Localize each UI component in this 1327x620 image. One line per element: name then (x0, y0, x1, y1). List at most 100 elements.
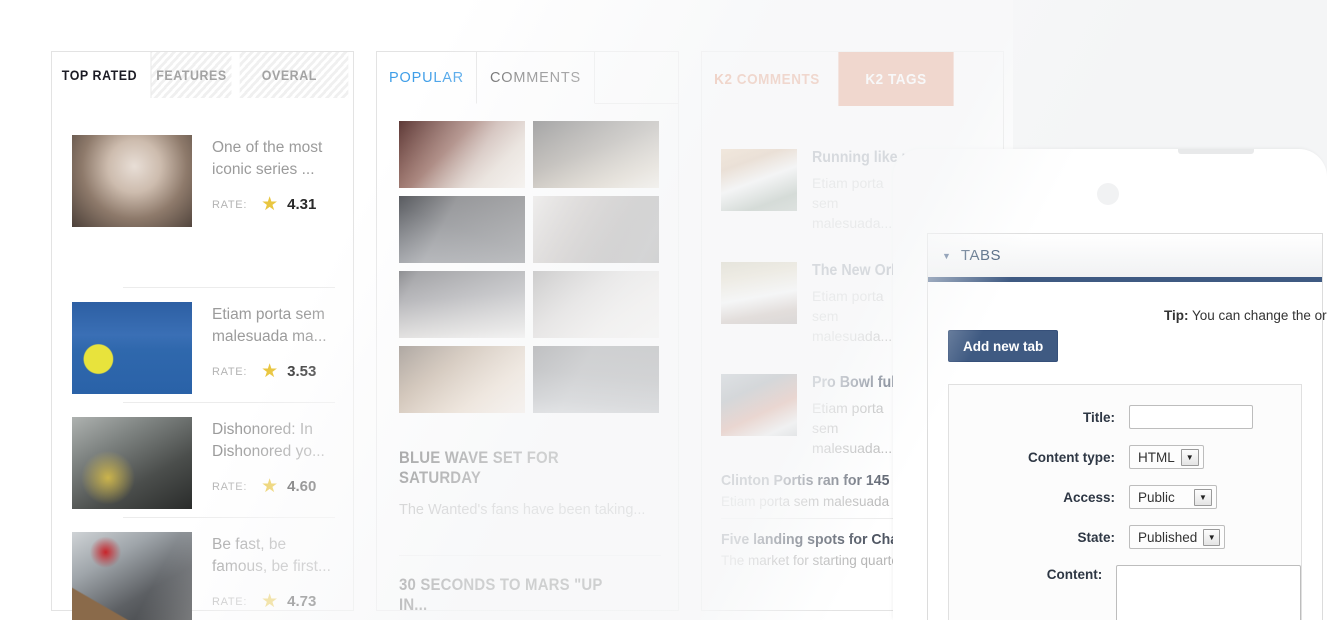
divider (123, 402, 335, 403)
popular-gallery (399, 121, 661, 413)
tab-k2-tags[interactable]: K2 TAGS (838, 52, 954, 106)
list-item-thumbnail (72, 135, 192, 227)
tab-top-rated[interactable]: TOP RATED (55, 52, 144, 98)
list-item-title: Etiam porta sem malesuada ma... (212, 306, 327, 345)
divider (399, 555, 661, 556)
list-item-thumbnail (72, 417, 192, 509)
star-icon: ★ (261, 476, 279, 497)
chevron-down-icon[interactable]: ▼ (1194, 488, 1212, 506)
rating: RATE: ★ 4.60 (212, 477, 332, 496)
list-item[interactable]: Etiam porta sem malesuada ma... RATE: ★ … (72, 302, 332, 394)
divider (123, 287, 335, 288)
tabbar-filler (595, 52, 678, 104)
list-item[interactable]: One of the most iconic series ... RATE: … (72, 135, 332, 227)
chevron-down-icon[interactable]: ▼ (1203, 528, 1220, 546)
rate-label: RATE: (212, 595, 248, 608)
form-row-title: Title: (949, 405, 1301, 429)
title-input[interactable] (1129, 405, 1253, 429)
post-title: BLUE WAVE SET FOR SATURDAY (399, 448, 559, 487)
state-select[interactable]: Published ▼ (1129, 525, 1225, 549)
popular-tabbar: POPULAR COMMENTS (377, 52, 678, 104)
tab-overal-label: OVERAL (261, 67, 317, 83)
list-item-title: One of the most iconic series ... (212, 139, 323, 178)
form-row-content: Content: (949, 565, 1301, 620)
gallery-thumb[interactable] (533, 346, 659, 413)
tab-k2-comments[interactable]: K2 COMMENTS (708, 52, 826, 106)
chevron-down-icon[interactable]: ▼ (942, 251, 951, 261)
rate-label: RATE: (212, 480, 248, 493)
post-excerpt: The Wanted's fans have been taking... (399, 502, 646, 518)
tab-k2-comments-label: K2 COMMENTS (714, 70, 820, 88)
device-speaker-grill (1178, 149, 1254, 154)
rate-label: RATE: (212, 365, 248, 378)
tip-prefix: Tip: (1164, 308, 1189, 323)
tab-overal[interactable]: OVERAL (239, 52, 349, 98)
list-item-thumbnail (72, 302, 192, 394)
list-item-body: Dishonored: In Dishonored yo... RATE: ★ … (192, 417, 332, 509)
panel-top-rated: TOP RATED FEATURES OVERAL One of the mos… (51, 51, 354, 620)
content-type-select[interactable]: HTML ▼ (1129, 445, 1204, 469)
add-new-tab-button[interactable]: Add new tab (948, 330, 1059, 362)
divider (123, 517, 335, 518)
list-item[interactable]: Dishonored: In Dishonored yo... RATE: ★ … (72, 417, 332, 509)
k2-tabbar: K2 COMMENTS K2 TAGS (702, 52, 1003, 106)
gallery-thumb[interactable] (533, 121, 659, 188)
list-item-body: Be fast, be famous, be first... RATE: ★ … (192, 532, 332, 620)
admin-section-body: Add new tab Tip: You can change the orde… (928, 282, 1327, 620)
tab-popular[interactable]: POPULAR (377, 52, 477, 104)
tab-popular-label: POPULAR (389, 69, 464, 86)
rating: RATE: ★ 4.31 (212, 195, 332, 214)
rate-value: 4.31 (287, 196, 317, 213)
access-label: Access: (1063, 489, 1115, 505)
gallery-thumb[interactable] (399, 271, 525, 338)
content-label: Content: (1046, 567, 1103, 582)
list-item-body: Etiam porta sem malesuada ma... RATE: ★ … (192, 302, 332, 394)
rating: RATE: ★ 4.73 (212, 592, 332, 611)
list-item-body: One of the most iconic series ... RATE: … (192, 135, 332, 227)
tab-comments[interactable]: COMMENTS (477, 52, 595, 104)
tab-top-rated-label: TOP RATED (61, 67, 138, 83)
post-title: 30 SECONDS TO MARS "UP IN... (399, 575, 603, 614)
device-home-button[interactable] (1097, 183, 1119, 205)
rate-value: 4.60 (287, 478, 317, 495)
star-icon: ★ (261, 194, 279, 215)
gallery-thumb[interactable] (533, 271, 659, 338)
access-select[interactable]: Public ▼ (1129, 485, 1217, 509)
form-row-state: State: Published ▼ (949, 525, 1301, 549)
gallery-thumb[interactable] (399, 196, 525, 263)
top-rated-tabbar: TOP RATED FEATURES OVERAL (52, 52, 353, 98)
list-item-title: Be fast, be famous, be first... (212, 536, 331, 575)
tip-body: You can change the order (1192, 308, 1327, 323)
gallery-thumb[interactable] (399, 346, 525, 413)
gallery-thumb[interactable] (399, 121, 525, 188)
chevron-down-icon[interactable]: ▼ (1180, 448, 1199, 466)
star-icon: ★ (261, 361, 279, 382)
list-item-thumbnail (721, 149, 797, 211)
add-new-tab-label: Add new tab (963, 338, 1044, 354)
rate-value: 3.53 (287, 363, 317, 380)
list-item-thumbnail (721, 262, 797, 324)
tip-text: Tip: You can change the order (1164, 308, 1327, 323)
list-item-thumbnail (72, 532, 192, 620)
post-teaser[interactable]: BLUE WAVE SET FOR SATURDAY The Wanted's … (399, 448, 661, 518)
content-type-value: HTML (1138, 449, 1175, 465)
tab-features-label: FEATURES (156, 67, 227, 83)
list-item-title: Dishonored: In Dishonored yo... (212, 421, 325, 460)
list-item[interactable]: Be fast, be famous, be first... RATE: ★ … (72, 532, 332, 620)
post-teaser[interactable]: 30 SECONDS TO MARS "UP IN... The Wanted'… (399, 575, 661, 620)
tab-k2-tags-label: K2 TAGS (865, 70, 927, 88)
device-admin-panel: ▼ TABS Add new tab Tip: You can change t… (893, 149, 1327, 620)
rate-label: RATE: (212, 198, 248, 211)
title-label: Title: (1082, 409, 1115, 425)
rating: RATE: ★ 3.53 (212, 362, 332, 381)
admin-section-title: TABS (960, 247, 1001, 264)
tab-features[interactable]: FEATURES (150, 52, 232, 98)
form-row-access: Access: Public ▼ (949, 485, 1301, 509)
access-value: Public (1138, 489, 1175, 505)
tab-form: Title: Content type: HTML ▼ Access: Publ… (948, 384, 1302, 620)
content-type-label: Content type: (1028, 449, 1115, 465)
content-textarea[interactable] (1116, 565, 1301, 620)
list-item-thumbnail (721, 374, 797, 436)
gallery-thumb[interactable] (533, 196, 659, 263)
admin-section-header[interactable]: ▼ TABS (928, 234, 1322, 282)
